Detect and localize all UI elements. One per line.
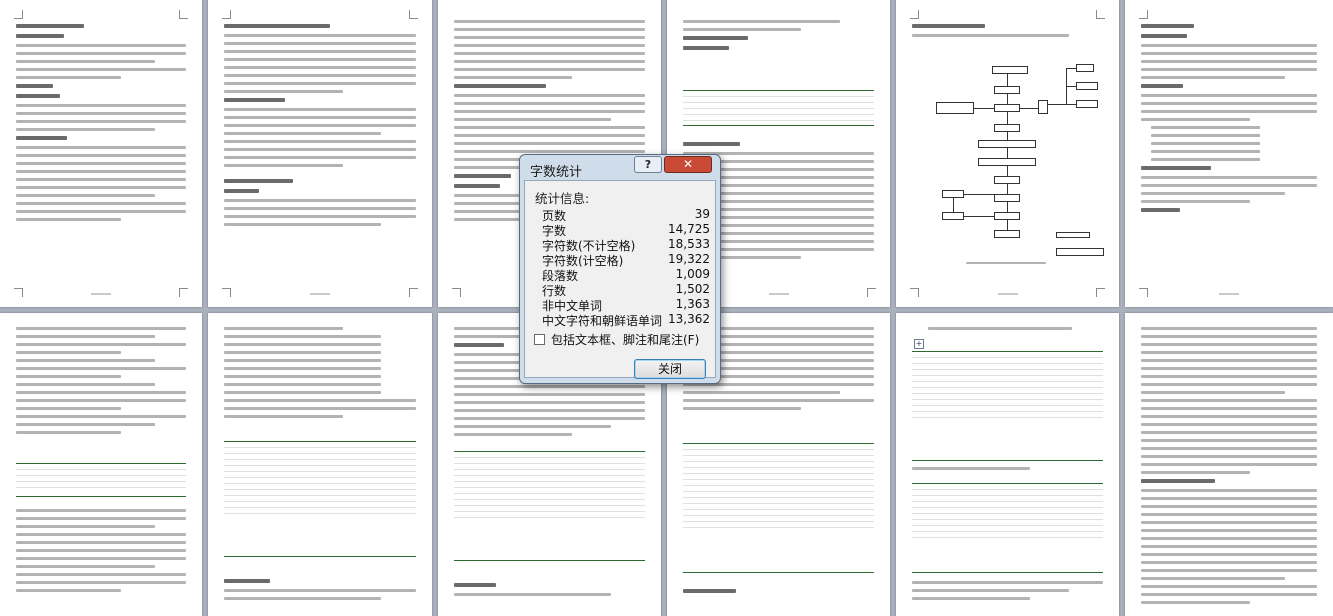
document-page-1[interactable] — [0, 0, 202, 307]
page-text-block — [224, 20, 416, 231]
page-text-block — [912, 20, 1103, 42]
page-number-mark — [310, 293, 330, 295]
stat-value: 14,725 — [668, 222, 710, 236]
stat-label: 中文字符和朝鲜语单词 — [542, 314, 663, 328]
crop-mark — [1096, 288, 1105, 297]
document-page-11[interactable]: + — [896, 313, 1119, 616]
stat-value: 1,502 — [675, 282, 710, 296]
document-page-8[interactable] — [208, 313, 432, 616]
include-notes-label[interactable]: 包括文本框、脚注和尾注(F) — [551, 331, 699, 348]
stat-value: 13,362 — [668, 312, 710, 326]
page-text-block — [16, 20, 186, 226]
stat-row-paragraphs: 段落数 1,009 — [542, 267, 710, 283]
page-text-block — [912, 581, 1103, 605]
stat-row-non-chinese-words: 非中文单词 1,363 — [542, 297, 710, 313]
page-text-block — [1141, 20, 1317, 218]
table-move-handle-icon[interactable]: + — [914, 339, 924, 349]
page-text-block — [683, 585, 874, 599]
crop-mark — [452, 288, 461, 297]
page-number-mark — [1219, 293, 1239, 295]
document-page-2[interactable] — [208, 0, 432, 307]
page-number-mark — [997, 293, 1018, 295]
page-text-block — [912, 467, 1103, 475]
close-button[interactable]: 关闭 — [634, 359, 706, 379]
crop-mark — [14, 288, 23, 297]
help-button[interactable]: ? — [634, 156, 662, 173]
crop-mark — [179, 288, 188, 297]
data-table — [683, 90, 874, 126]
crop-mark — [867, 288, 876, 297]
page-text-block — [683, 20, 874, 56]
data-table — [912, 483, 1103, 573]
page-text-block — [1141, 327, 1317, 609]
page-text-block — [224, 327, 416, 423]
document-page-7[interactable] — [0, 313, 202, 616]
stat-row-chars-no-spaces: 字符数(不计空格) 18,533 — [542, 237, 710, 253]
document-page-12[interactable] — [1125, 313, 1333, 616]
page-number-mark — [91, 293, 111, 295]
document-page-6[interactable] — [1125, 0, 1333, 307]
crop-mark — [222, 10, 231, 19]
stat-row-lines: 行数 1,502 — [542, 282, 710, 298]
stat-row-chars-with-spaces: 字符数(计空格) 19,322 — [542, 252, 710, 268]
stat-value: 1,009 — [675, 267, 710, 281]
crop-mark — [910, 288, 919, 297]
stat-row-words: 字数 14,725 — [542, 222, 710, 238]
data-table — [912, 351, 1103, 461]
stat-value: 1,363 — [675, 297, 710, 311]
page-text-block — [454, 579, 645, 601]
data-table — [224, 441, 416, 557]
page-number-mark — [768, 293, 789, 295]
crop-mark — [222, 288, 231, 297]
include-notes-checkbox[interactable] — [534, 334, 545, 345]
crop-mark — [1139, 10, 1148, 19]
page-text-block — [928, 327, 1103, 335]
data-table — [683, 443, 874, 573]
stats-heading: 统计信息: — [535, 191, 590, 206]
crop-mark — [1096, 10, 1105, 19]
page-text-block — [16, 327, 186, 439]
crop-mark — [409, 288, 418, 297]
stat-row-pages: 页数 39 — [542, 207, 710, 223]
data-table — [16, 463, 186, 497]
page-text-block — [16, 509, 186, 597]
crop-mark — [14, 10, 23, 19]
page-text-block — [224, 575, 416, 605]
stat-value: 39 — [694, 207, 710, 221]
dialog-title: 字数统计 — [530, 165, 583, 180]
document-page-5[interactable] — [896, 0, 1119, 307]
crop-mark — [1139, 288, 1148, 297]
crop-mark — [179, 10, 188, 19]
stat-row-chinese-chars: 中文字符和朝鲜语单词 13,362 — [542, 312, 710, 328]
crop-mark — [910, 10, 919, 19]
data-table — [454, 451, 645, 561]
stat-value: 19,322 — [668, 252, 710, 266]
close-icon[interactable]: ✕ — [664, 156, 712, 173]
crop-mark — [409, 10, 418, 19]
stat-value: 18,533 — [668, 237, 710, 251]
